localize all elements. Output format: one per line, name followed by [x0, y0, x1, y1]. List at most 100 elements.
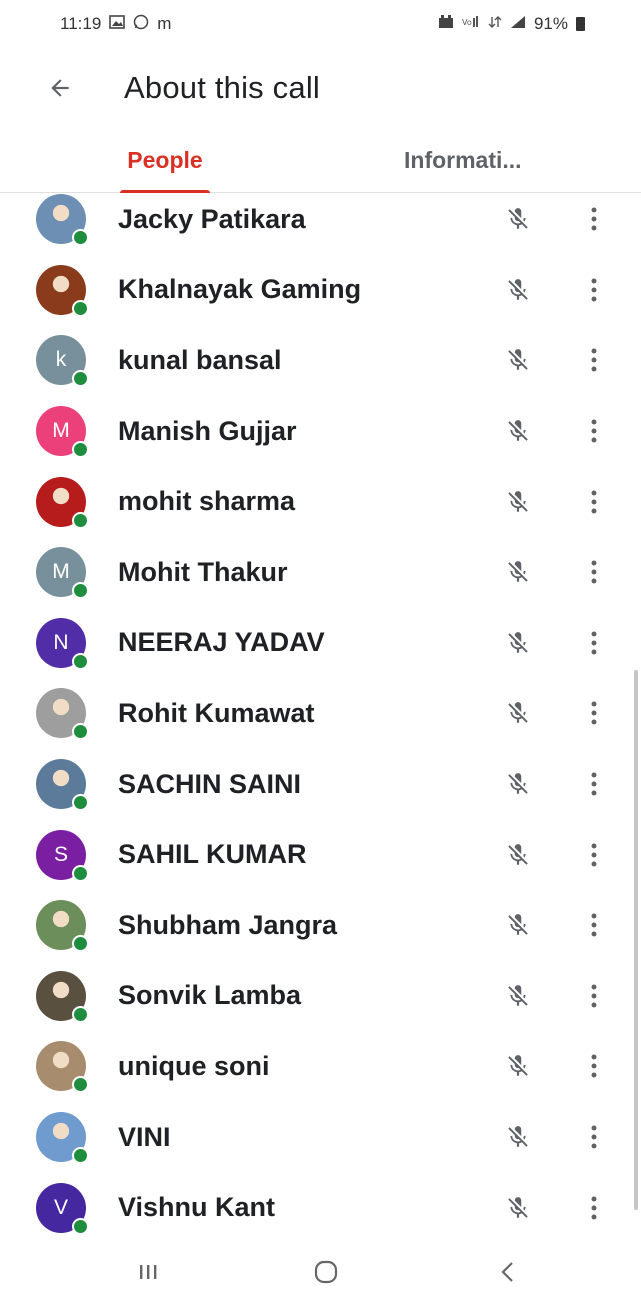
mic-off-icon [500, 484, 536, 520]
person-row[interactable]: Rohit Kumawat [0, 678, 641, 749]
more-vert-icon [591, 1196, 597, 1220]
app-bar: About this call [0, 52, 641, 124]
avatar-initial: V [53, 1195, 68, 1219]
more-options-button[interactable] [576, 340, 612, 380]
mic-off-icon [500, 766, 536, 802]
more-options-button[interactable] [576, 623, 612, 663]
home-button[interactable] [304, 1254, 348, 1290]
status-left: 11:19 m [60, 14, 171, 34]
person-name: Rohit Kumawat [118, 697, 315, 728]
presence-indicator [72, 1147, 89, 1165]
more-vert-icon [591, 419, 597, 443]
avatar-photo [36, 1112, 89, 1165]
presence-indicator [72, 1076, 89, 1094]
person-row[interactable]: M Mohit Thakur [0, 537, 641, 608]
more-options-button[interactable] [576, 1117, 612, 1157]
person-row[interactable]: Khalnayak Gaming [0, 255, 641, 326]
system-nav-bar [0, 1244, 641, 1296]
tab-people[interactable]: People [112, 128, 218, 193]
more-options-button[interactable] [576, 270, 612, 310]
person-row[interactable]: mohit sharma [0, 466, 641, 537]
back-nav-button[interactable] [486, 1254, 530, 1290]
avatar: S [36, 829, 89, 882]
avatar: M [36, 406, 89, 459]
tab-information[interactable]: Informati... [404, 128, 522, 192]
battery-icon [576, 17, 585, 31]
avatar-initial: k [55, 348, 67, 372]
mic-off-icon [500, 837, 536, 873]
person-row[interactable]: S SAHIL KUMAR [0, 819, 641, 890]
presence-indicator [72, 299, 89, 317]
page-title: About this call [124, 70, 320, 105]
back-nav-icon [501, 1262, 513, 1282]
presence-indicator [72, 652, 89, 670]
person-row[interactable]: Sonvik Lamba [0, 961, 641, 1032]
presence-indicator [72, 935, 89, 953]
avatar: M [36, 547, 89, 600]
arrow-back-icon [51, 79, 69, 97]
svg-text:Vo: Vo [462, 18, 472, 27]
person-row[interactable]: VINI [0, 1102, 641, 1173]
data-icon [488, 15, 502, 33]
person-name: Vishnu Kant [118, 1192, 276, 1223]
more-options-button[interactable] [576, 552, 612, 592]
person-row[interactable]: Shubham Jangra [0, 890, 641, 961]
tab-information-label: Informati... [404, 146, 522, 173]
more-vert-icon [591, 560, 597, 584]
avatar-photo [36, 688, 89, 741]
scrollbar[interactable] [634, 670, 638, 1210]
presence-indicator [72, 1217, 89, 1235]
more-vert-icon [591, 1054, 597, 1078]
person-name: Manish Gujjar [118, 415, 297, 446]
more-vert-icon [591, 348, 597, 372]
person-name: mohit sharma [118, 486, 296, 517]
mic-off-icon [500, 554, 536, 590]
person-row[interactable]: unique soni [0, 1031, 641, 1102]
person-row[interactable]: N NEERAJ YADAV [0, 608, 641, 679]
mic-off-icon [500, 272, 536, 308]
status-right: Vo 91% [438, 14, 585, 34]
person-name: Shubham Jangra [118, 909, 338, 940]
person-row[interactable]: SACHIN SAINI [0, 749, 641, 820]
more-vert-icon [591, 843, 597, 867]
mic-off-icon [500, 978, 536, 1014]
more-options-button[interactable] [576, 1188, 612, 1228]
person-row[interactable]: k kunal bansal [0, 325, 641, 396]
more-vert-icon [591, 207, 597, 231]
more-options-button[interactable] [576, 1046, 612, 1086]
people-list: Jacky Patikara Khalnayak Gaming k kunal ban… [0, 184, 641, 1243]
more-options-button[interactable] [576, 976, 612, 1016]
more-options-button[interactable] [576, 693, 612, 733]
presence-indicator [72, 1005, 89, 1023]
recent-apps-icon [140, 1265, 157, 1279]
more-vert-icon [591, 984, 597, 1008]
whatsapp-icon [133, 14, 149, 34]
avatar: k [36, 335, 89, 388]
person-name: Khalnayak Gaming [118, 274, 362, 305]
more-options-button[interactable] [576, 835, 612, 875]
more-options-button[interactable] [576, 764, 612, 804]
mic-off-icon [500, 413, 536, 449]
more-options-button[interactable] [576, 482, 612, 522]
more-options-button[interactable] [576, 411, 612, 451]
presence-indicator [72, 229, 89, 247]
presence-indicator [72, 370, 89, 388]
battery-percent: 91% [533, 14, 568, 33]
presence-indicator [72, 441, 89, 459]
avatar-photo [36, 970, 89, 1023]
back-button[interactable] [38, 66, 82, 110]
mic-off-icon [500, 342, 536, 378]
status-time: 11:19 [60, 14, 102, 33]
avatar-photo [36, 194, 89, 247]
more-options-button[interactable] [576, 905, 612, 945]
status-bar: 11:19 m Vo 91% [0, 0, 641, 48]
signal-icon [510, 15, 526, 33]
person-row[interactable]: M Manish Gujjar [0, 396, 641, 467]
recent-apps-button[interactable] [126, 1254, 170, 1290]
person-name: VINI [118, 1121, 171, 1152]
person-row[interactable]: Jacky Patikara [0, 184, 641, 255]
gallery-icon [109, 15, 126, 33]
person-row[interactable]: V Vishnu Kant [0, 1172, 641, 1243]
avatar-photo [36, 1041, 89, 1094]
more-options-button[interactable] [576, 199, 612, 239]
